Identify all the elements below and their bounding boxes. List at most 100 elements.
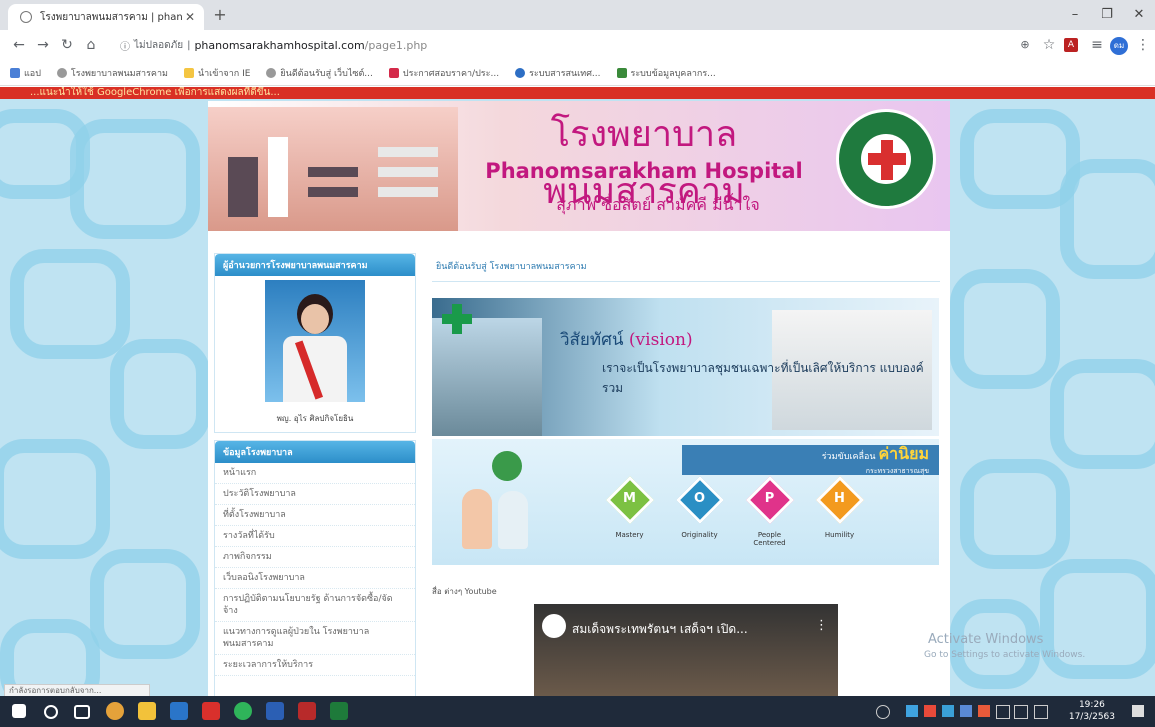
url-path: /page1.php (364, 38, 428, 52)
profile-avatar[interactable]: ดม (1110, 37, 1128, 55)
site-icon (616, 67, 627, 78)
values-word: ค่านิยม (878, 444, 929, 463)
decorative-shape (950, 269, 1060, 389)
task-view-icon[interactable] (74, 705, 90, 719)
youtube-section-label: สื่อ ต่างๆ Youtube (432, 587, 497, 596)
value-label: Originality (681, 531, 718, 539)
network-icon[interactable] (996, 705, 1010, 719)
people-icon[interactable] (876, 705, 890, 719)
address-bar[interactable]: ⓘ ไม่ปลอดภัย | phanomsarakhamhospital.co… (120, 35, 1060, 55)
director-box: ผู้อำนวยการโรงพยาบาลพนมสารคาม พญ. อุไร ศ… (214, 253, 416, 433)
vision-title: วิสัยทัศน์ (vision) (560, 326, 693, 353)
menu-item-inpatient[interactable]: แนวทางการดูแลผู้ป่วยใน โรงพยาบาลพนมสารคา… (215, 622, 415, 655)
decorative-shape (110, 339, 210, 449)
bookmark-item[interactable]: ระบบสารสนเทศ... (515, 66, 601, 80)
value-label: People Centered (753, 531, 786, 547)
value-label: Humility (824, 531, 855, 539)
dreamweaver-icon[interactable] (330, 702, 348, 720)
bookmark-item[interactable]: ยินดีต้อนรับสู่ เว็บไซต์... (266, 66, 373, 80)
director-photo (265, 280, 365, 402)
menu-item-home[interactable]: หน้าแรก (215, 463, 415, 484)
bookmark-item[interactable]: นำเข้าจาก IE (183, 66, 250, 80)
search-icon[interactable] (44, 705, 58, 719)
decorative-shape (70, 119, 200, 239)
value-people-centered: P People Centered (742, 475, 797, 549)
menu-item-history[interactable]: ประวัติโรงพยาบาล (215, 484, 415, 505)
vision-banner: วิสัยทัศน์ (vision) เราจะเป็นโรงพยาบาลชุ… (432, 298, 939, 436)
notifications-icon[interactable] (1132, 705, 1144, 717)
tray-app-icon[interactable] (924, 705, 936, 717)
bookmark-item[interactable]: ประกาศสอบราคา/ประ... (388, 66, 500, 80)
word-icon[interactable] (266, 702, 284, 720)
bookmark-item[interactable]: ระบบข้อมูลบุคลากร... (616, 66, 716, 80)
info-icon[interactable]: ⓘ (120, 38, 130, 53)
menu-item-location[interactable]: ที่ตั้งโรงพยาบาล (215, 505, 415, 526)
apps-icon (10, 67, 20, 78)
acrobat-icon[interactable] (202, 702, 220, 720)
globe-icon (56, 67, 67, 78)
new-tab-button[interactable]: + (210, 6, 230, 24)
value-letter: M (623, 491, 636, 506)
tray-app-icon[interactable] (978, 705, 990, 717)
more-options-icon[interactable]: ⋮ (815, 618, 828, 633)
value-originality: O Originality (672, 475, 727, 549)
welcome-text: ยินดีต้อนรับสู่ โรงพยาบาลพนมสารคาม (436, 262, 587, 272)
value-humility: H Humility (812, 475, 867, 549)
tray-app-icon[interactable] (906, 705, 918, 717)
language-icon[interactable] (1034, 705, 1048, 719)
menu-item-webboard[interactable]: เว็บลอนิงโรงพยาบาล (215, 568, 415, 589)
mail-icon[interactable] (170, 702, 188, 720)
maximize-button[interactable]: ❐ (1092, 4, 1122, 26)
hospital-building-image (208, 107, 458, 231)
home-icon[interactable]: ⌂ (82, 36, 100, 54)
windows-taskbar: 19:26 17/3/2563 (0, 696, 1155, 727)
zoom-icon[interactable]: ⊕ (1016, 36, 1034, 54)
minimize-button[interactable]: – (1060, 4, 1090, 26)
menu-item-procurement[interactable]: การปฏิบัติตามนโยบายรัฐ ด้านการจัดซื้อ/จั… (215, 589, 415, 622)
taskbar-clock[interactable]: 19:26 17/3/2563 (1069, 699, 1115, 723)
reading-list-icon[interactable]: ≡ (1088, 36, 1106, 54)
decorative-shape (1040, 559, 1155, 679)
close-window-button[interactable]: ✕ (1124, 4, 1154, 26)
video-title[interactable]: สมเด็จพระเทพรัตนฯ เสด็จฯ เปิด... (572, 620, 748, 639)
channel-avatar[interactable] (542, 614, 566, 638)
value-label: Mastery (615, 531, 644, 539)
pdf-extension-icon[interactable]: A (1064, 38, 1078, 52)
hospital-info-menu: ข้อมูลโรงพยาบาล หน้าแรก ประวัติโรงพยาบาล… (214, 440, 416, 698)
decorative-shape (0, 439, 110, 559)
reload-icon[interactable]: ↻ (58, 36, 76, 54)
bookmark-label: ประกาศสอบราคา/ประ... (402, 68, 500, 79)
bookmark-label: แอป (24, 68, 41, 79)
site-header-banner: โรงพยาบาลพนมสารคาม Phanomsarakham Hospit… (208, 101, 950, 231)
bookmark-apps[interactable]: แอป (10, 66, 41, 80)
youtube-video-embed[interactable]: สมเด็จพระเทพรัตนฯ เสด็จฯ เปิด... ⋮ (534, 604, 838, 696)
start-button-icon[interactable] (12, 704, 26, 718)
menu-item-awards[interactable]: รางวัลที่ได้รับ (215, 526, 415, 547)
line-icon[interactable] (234, 702, 252, 720)
back-icon[interactable]: ← (10, 36, 28, 54)
bookmark-label: ระบบข้อมูลบุคลากร... (630, 68, 716, 79)
tray-app-icon[interactable] (942, 705, 954, 717)
forward-icon[interactable]: → (34, 36, 52, 54)
menu-icon[interactable]: ⋮ (1134, 36, 1152, 54)
values-caption: ร่วมขับเคลื่อน (821, 452, 876, 462)
close-tab-icon[interactable]: ✕ (182, 10, 198, 24)
star-icon[interactable]: ☆ (1040, 36, 1058, 54)
bookmark-label: ยินดีต้อนรับสู่ เว็บไซต์... (280, 68, 373, 79)
decorative-shape (960, 459, 1070, 569)
file-explorer-icon[interactable] (138, 702, 156, 720)
tray-app-icon[interactable] (960, 705, 972, 717)
chrome-icon[interactable] (106, 702, 124, 720)
bookmark-item[interactable]: โรงพยาบาลพนมสารคาม (56, 66, 168, 80)
marquee-notice: ...แนะนำให้ใช้ GoogleChrome เพื่อการแสดง… (0, 87, 1155, 99)
globe-icon (266, 67, 277, 78)
globe-icon (20, 11, 32, 23)
vision-title-text: วิสัยทัศน์ (560, 330, 624, 350)
menu-item-service-hours[interactable]: ระยะเวลาการให้บริการ (215, 655, 415, 676)
browser-tab[interactable]: โรงพยาบาลพนมสารคาม | phanomsa ✕ (8, 4, 204, 30)
nurse-illustration (462, 489, 492, 549)
volume-icon[interactable] (1014, 705, 1028, 719)
menu-item-activities[interactable]: ภาพกิจกรรม (215, 547, 415, 568)
filezilla-icon[interactable] (298, 702, 316, 720)
value-letter: P (764, 491, 775, 506)
